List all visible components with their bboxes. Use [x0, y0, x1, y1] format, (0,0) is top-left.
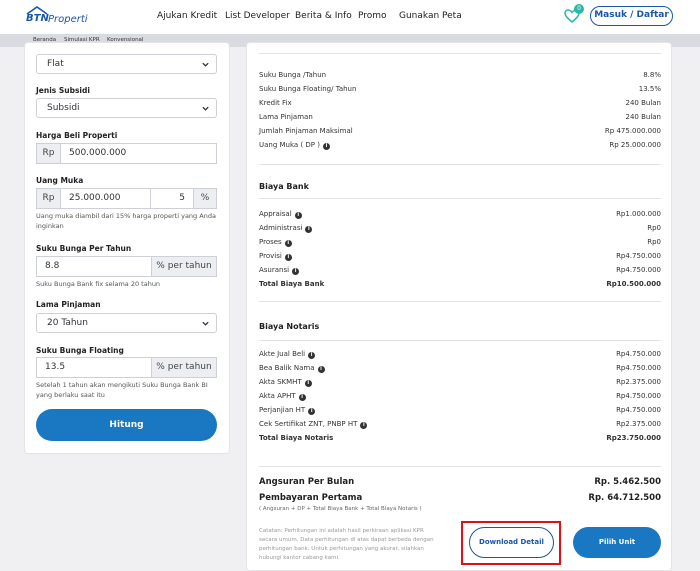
- first-payment-row: Pembayaran Pertama Rp. 64.712.500: [259, 493, 661, 503]
- subsidy-select[interactable]: Subsidi: [36, 98, 217, 118]
- info-icon[interactable]: i: [304, 380, 312, 387]
- term-select[interactable]: 20 Tahun: [36, 313, 217, 333]
- bank-row: Asuransi i Rp4.750.000: [259, 266, 661, 275]
- bank-row: Provisi i Rp4.750.000: [259, 252, 661, 261]
- term-value: 20 Tahun: [47, 318, 88, 328]
- monthly-installment-value: Rp. 5.462.500: [594, 477, 661, 487]
- info-icon[interactable]: i: [308, 408, 316, 415]
- dp-prefix: Rp: [36, 188, 61, 209]
- subsidy-value: Subsidi: [47, 103, 80, 113]
- info-icon[interactable]: i: [308, 352, 316, 359]
- price-label: Harga Beli Properti: [36, 131, 118, 140]
- rate-input[interactable]: 8.8: [36, 256, 152, 277]
- divider: [259, 340, 661, 341]
- notaris-row: Akte Jual Beli i Rp4.750.000: [259, 350, 661, 359]
- bank-total-row: Total Biaya Bank Rp10.500.000: [259, 280, 661, 288]
- info-icon[interactable]: i: [317, 366, 325, 373]
- notaris-row: Akta SKMHT i Rp2.375.000: [259, 378, 661, 387]
- rate-suffix: % per tahun: [151, 256, 217, 277]
- bank-row: Administrasi i Rp0: [259, 224, 661, 233]
- dp-label: Uang Muka: [36, 176, 84, 185]
- bank-row: Proses i Rp0: [259, 238, 661, 247]
- info-icon[interactable]: i: [292, 268, 300, 275]
- kpr-result-card: Suku Bunga /Tahun 8.8% Suku Bunga Floatin…: [246, 42, 672, 571]
- nav-list-developer[interactable]: List Developer: [225, 11, 290, 21]
- dp-percent-sign: %: [193, 188, 217, 209]
- chevron-down-icon: [202, 106, 209, 111]
- divider: [259, 53, 661, 54]
- bank-section-title: Biaya Bank: [259, 182, 309, 191]
- hitung-button[interactable]: Hitung: [36, 409, 217, 441]
- info-icon[interactable]: i: [360, 422, 368, 429]
- first-payment-value: Rp. 64.712.500: [588, 493, 661, 503]
- notaris-total-row: Total Biaya Notaris Rp23.750.000: [259, 434, 661, 442]
- logo-subtext: Properti: [48, 14, 88, 25]
- term-label: Lama Pinjaman: [36, 300, 101, 309]
- btn-properti-logo[interactable]: BTN Properti: [26, 6, 88, 30]
- nav-ajukan-kredit[interactable]: Ajukan Kredit: [157, 11, 217, 21]
- notification-badge: 0: [574, 4, 584, 14]
- chevron-down-icon: [202, 321, 209, 326]
- floating-help-text: Setelah 1 tahun akan mengikuti Suku Bung…: [36, 381, 208, 399]
- floating-label: Suku Bunga Floating: [36, 346, 124, 355]
- floating-suffix: % per tahun: [151, 357, 217, 378]
- nav-berita-info[interactable]: Berita & Info: [295, 11, 352, 21]
- price-prefix: Rp: [36, 143, 61, 164]
- divider: [259, 301, 661, 302]
- pilih-unit-button[interactable]: Pilih Unit: [573, 527, 661, 558]
- info-icon[interactable]: i: [298, 394, 306, 401]
- chevron-down-icon: [202, 62, 209, 67]
- info-icon[interactable]: i: [294, 212, 302, 219]
- nav-promo[interactable]: Promo: [358, 11, 387, 21]
- divider: [259, 164, 661, 165]
- dp-amount-input[interactable]: 25.000.000: [60, 188, 151, 209]
- first-payment-label: Pembayaran Pertama: [259, 493, 363, 503]
- info-row: Suku Bunga Floating/ Tahun 13.5%: [259, 85, 661, 93]
- info-icon[interactable]: i: [305, 226, 313, 233]
- bank-row: Appraisal i Rp1.000.000: [259, 210, 661, 219]
- login-register-button[interactable]: Masuk / Daftar: [590, 6, 673, 26]
- rate-label: Suku Bunga Per Tahun: [36, 244, 132, 253]
- disclaimer-text: Catatan: Perhitungan ini adalah hasil pe…: [259, 528, 434, 561]
- subsidy-label: Jenis Subsidi: [36, 86, 90, 95]
- monthly-installment-row: Angsuran Per Bulan Rp. 5.462.500: [259, 477, 661, 487]
- notaris-row: Cek Sertifikat ZNT, PNBP HT i Rp2.375.000: [259, 420, 661, 429]
- info-row: Suku Bunga /Tahun 8.8%: [259, 71, 661, 79]
- monthly-installment-label: Angsuran Per Bulan: [259, 477, 355, 487]
- nav-gunakan-peta[interactable]: Gunakan Peta: [399, 11, 462, 21]
- rate-help-text: Suku Bunga Bank fix selama 20 tahun: [36, 280, 161, 288]
- notaris-row: Perjanjian HT i Rp4.750.000: [259, 406, 661, 415]
- info-row: Kredit Fix 240 Bulan: [259, 99, 661, 107]
- price-input[interactable]: 500.000.000: [60, 143, 217, 164]
- divider: [259, 466, 661, 467]
- info-row: Uang Muka ( DP ) i Rp 25.000.000: [259, 141, 661, 150]
- info-row: Jumlah Pinjaman Maksimal Rp 475.000.000: [259, 127, 661, 135]
- floating-input[interactable]: 13.5: [36, 357, 152, 378]
- divider: [259, 198, 661, 199]
- logo-text: BTN: [26, 13, 49, 24]
- top-header: BTN Properti Ajukan Kredit List Develope…: [0, 0, 700, 34]
- first-payment-note: ( Angsuran + DP + Total Biaya Bank + Tot…: [259, 506, 422, 512]
- dp-help-text: Uang muka diambil dari 15% harga propert…: [36, 212, 216, 230]
- notaris-row: Bea Balik Nama i Rp4.750.000: [259, 364, 661, 373]
- info-icon[interactable]: i: [284, 254, 292, 261]
- notaris-section-title: Biaya Notaris: [259, 322, 320, 331]
- info-row: Lama Pinjaman 240 Bulan: [259, 113, 661, 121]
- notaris-row: Akta APHT i Rp4.750.000: [259, 392, 661, 401]
- info-icon[interactable]: i: [322, 143, 330, 150]
- rate-type-value: Flat: [47, 59, 64, 69]
- rate-type-select[interactable]: Flat: [36, 54, 217, 74]
- info-icon[interactable]: i: [284, 240, 292, 247]
- kpr-form-card: Flat Jenis Subsidi Subsidi Harga Beli Pr…: [24, 42, 230, 454]
- dp-percent-input[interactable]: 5: [150, 188, 194, 209]
- download-detail-button[interactable]: Download Detail: [469, 527, 554, 558]
